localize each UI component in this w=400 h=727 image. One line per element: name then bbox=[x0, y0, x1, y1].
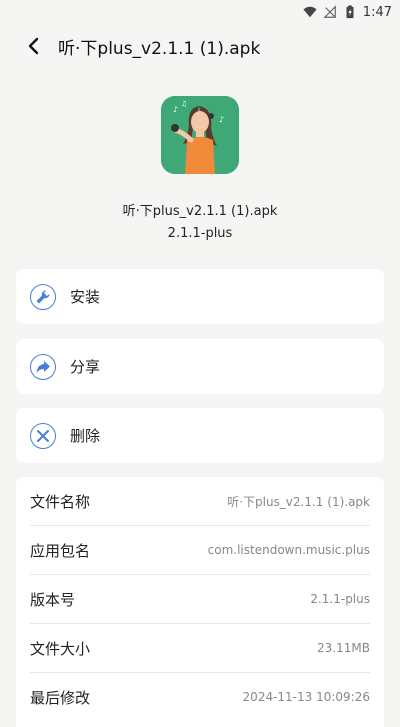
page-title: 听·下plus_v2.1.1 (1).apk bbox=[58, 38, 261, 59]
wrench-icon bbox=[30, 283, 56, 310]
info-label: 版本号 bbox=[30, 590, 76, 609]
share-button[interactable]: 分享 bbox=[16, 339, 384, 394]
close-icon bbox=[30, 422, 56, 449]
app-file-name: 听·下plus_v2.1.1 (1).apk bbox=[122, 204, 278, 219]
info-row-package-name: 应用包名 com.listendown.music.plus bbox=[30, 526, 370, 575]
info-row-last-modified: 最后修改 2024-11-13 10:09:26 bbox=[30, 673, 370, 721]
info-row-file-size: 文件大小 23.11MB bbox=[30, 624, 370, 673]
install-label: 安装 bbox=[70, 288, 101, 306]
info-label: 文件大小 bbox=[30, 639, 91, 658]
no-signal-icon bbox=[323, 5, 336, 18]
info-label: 应用包名 bbox=[30, 541, 91, 560]
file-info-card: 文件名称 听·下plus_v2.1.1 (1).apk 应用包名 com.lis… bbox=[16, 477, 384, 727]
back-button[interactable] bbox=[10, 24, 58, 68]
app-version: 2.1.1-plus bbox=[167, 226, 233, 241]
back-arrow-icon bbox=[28, 37, 39, 55]
wifi-icon bbox=[303, 6, 317, 18]
status-time: 1:47 bbox=[362, 4, 392, 20]
battery-charging-icon bbox=[346, 5, 354, 19]
info-row-version: 版本号 2.1.1-plus bbox=[30, 575, 370, 624]
info-label: 最后修改 bbox=[30, 688, 91, 707]
app-bar: 听·下plus_v2.1.1 (1).apk bbox=[0, 24, 400, 68]
status-bar: 1:47 bbox=[0, 0, 400, 24]
delete-button[interactable]: 删除 bbox=[16, 408, 384, 463]
share-label: 分享 bbox=[70, 358, 101, 376]
install-button[interactable]: 安装 bbox=[16, 269, 384, 324]
app-icon-illustration: ♪ ♫ ♪ bbox=[161, 96, 239, 174]
info-value: 听·下plus_v2.1.1 (1).apk bbox=[227, 494, 370, 509]
info-value: 2024-11-13 10:09:26 bbox=[242, 690, 370, 704]
share-icon bbox=[30, 353, 56, 380]
info-label: 文件名称 bbox=[30, 492, 91, 511]
info-row-file-name: 文件名称 听·下plus_v2.1.1 (1).apk bbox=[30, 477, 370, 526]
svg-text:♫: ♫ bbox=[181, 100, 187, 108]
info-value: 2.1.1-plus bbox=[310, 592, 370, 606]
info-value: com.listendown.music.plus bbox=[207, 543, 370, 557]
app-icon: ♪ ♫ ♪ bbox=[161, 96, 239, 174]
delete-label: 删除 bbox=[70, 427, 101, 445]
info-value: 23.11MB bbox=[317, 641, 370, 655]
svg-text:♪: ♪ bbox=[219, 115, 224, 124]
svg-text:♪: ♪ bbox=[173, 105, 178, 114]
